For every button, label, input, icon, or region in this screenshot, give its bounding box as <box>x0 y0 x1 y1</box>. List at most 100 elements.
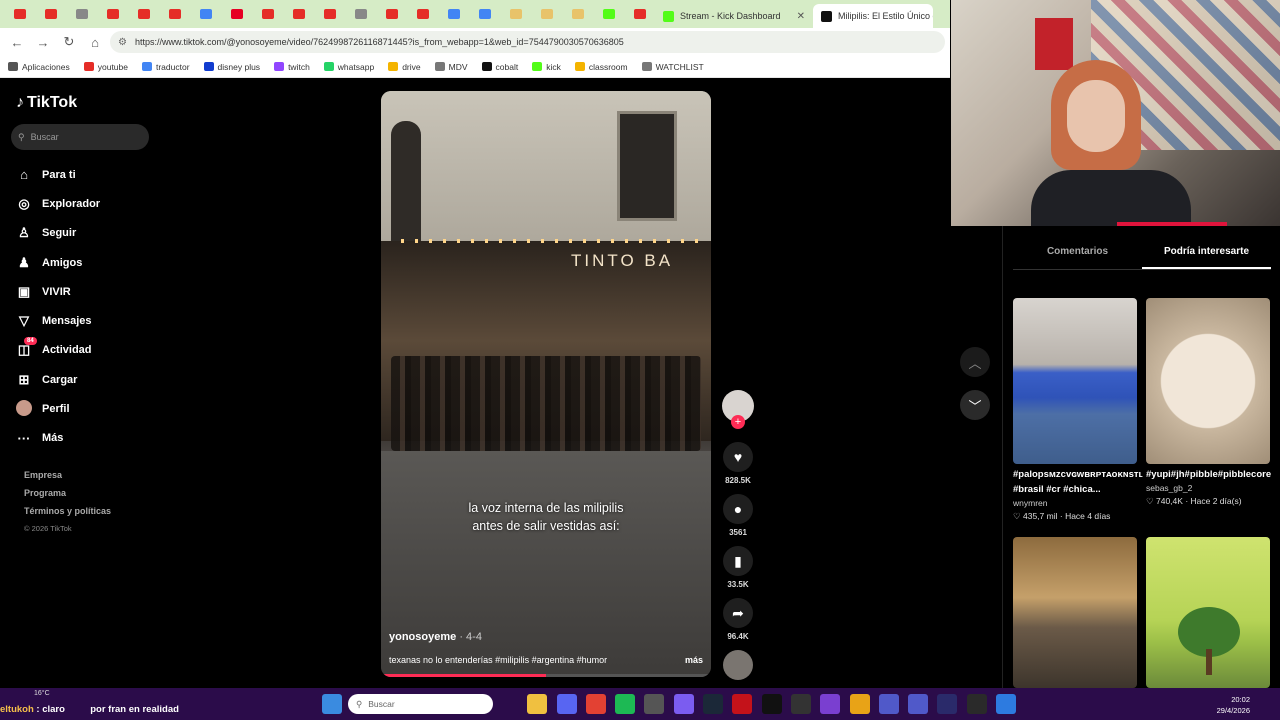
pinned-tab[interactable] <box>190 0 221 28</box>
tab-kick-dashboard[interactable]: Stream - Kick Dashboard ✕ <box>655 4 813 28</box>
pinned-tab[interactable] <box>97 0 128 28</box>
taskbar-search[interactable]: ⚲ Buscar <box>348 694 493 714</box>
forward-icon[interactable]: → <box>32 31 54 53</box>
pinned-tab[interactable] <box>593 0 624 28</box>
recommended-video-card[interactable]: #yupi#jh#pibble#pibblecore sebas_gb_2 ♡ … <box>1146 298 1271 507</box>
weather-widget[interactable]: 16°C <box>34 690 50 697</box>
pinned-tab[interactable] <box>376 0 407 28</box>
sidebar-item-cargar[interactable]: ⊞ Cargar <box>16 365 100 394</box>
taskbar-app-icon[interactable] <box>322 694 342 714</box>
bookmark-aplicaciones[interactable]: Aplicaciones <box>8 62 70 72</box>
bookmark-twitch[interactable]: twitch <box>274 62 310 72</box>
pinned-tab[interactable] <box>4 0 35 28</box>
video-player[interactable]: TINTO BA la voz interna de las milipilis… <box>381 91 711 677</box>
sidebar-item-mensajes[interactable]: ▽ Mensajes <box>16 306 100 335</box>
pinned-tab[interactable] <box>283 0 314 28</box>
sidebar-item-actividad[interactable]: ◫ 84 Actividad <box>16 336 100 365</box>
taskbar-app-icon[interactable] <box>996 694 1017 714</box>
taskbar-app-icon[interactable] <box>673 694 694 714</box>
pinned-tab[interactable] <box>531 0 562 28</box>
video-thumbnail[interactable] <box>1013 537 1137 688</box>
like-icon[interactable]: ♥ <box>723 442 753 472</box>
taskbar-app-icon[interactable] <box>878 694 899 714</box>
pinned-tab[interactable] <box>314 0 345 28</box>
comment-icon[interactable]: ● <box>723 494 753 524</box>
taskbar-app-icon[interactable] <box>732 694 753 714</box>
sidebar-item-vivir[interactable]: ▣ VIVIR <box>16 277 100 306</box>
sidebar-item-más[interactable]: ··· Más <box>16 424 100 453</box>
taskbar-app-icon[interactable] <box>585 694 606 714</box>
taskbar-app-icon[interactable] <box>937 694 958 714</box>
footer-link-programa[interactable]: Programa <box>24 488 111 506</box>
home-icon[interactable]: ⌂ <box>84 31 106 53</box>
bookmark-kick[interactable]: kick <box>532 62 561 72</box>
card-user[interactable]: sebas_gb_2 <box>1146 483 1270 493</box>
taskbar-app-icon[interactable] <box>908 694 929 714</box>
recommended-video-card[interactable]: #palopsᴍᴢᴄᴠɢᴡʙʀᴘᴛᴀᴏᴋɴsᴛʟ #brasil #cr #ch… <box>1013 298 1143 522</box>
pinned-tab[interactable] <box>128 0 159 28</box>
chevron-down-icon[interactable]: ﹀ <box>960 390 990 420</box>
sidebar-item-explorador[interactable]: ◎ Explorador <box>16 189 100 218</box>
more-button[interactable]: más <box>685 655 703 665</box>
pinned-tab[interactable] <box>66 0 97 28</box>
taskbar-app-icon[interactable] <box>615 694 636 714</box>
bookmark-youtube[interactable]: youtube <box>83 62 128 72</box>
tab-comentarios[interactable]: Comentarios <box>1013 246 1142 269</box>
follow-plus-icon[interactable]: + <box>731 415 745 429</box>
taskbar-app-icon[interactable] <box>644 694 665 714</box>
recommended-video-card[interactable] <box>1146 537 1270 688</box>
bookmark-mdv[interactable]: MDV <box>434 62 468 72</box>
pinned-tab[interactable] <box>252 0 283 28</box>
tiktok-logo[interactable]: ♪ TikTok <box>16 94 77 112</box>
taskbar-app-icon[interactable] <box>761 694 782 714</box>
taskbar-app-icon[interactable] <box>790 694 811 714</box>
taskbar-app-icon[interactable] <box>527 694 548 714</box>
pinned-tab[interactable] <box>562 0 593 28</box>
video-progress-bar[interactable] <box>381 674 711 677</box>
close-tab-icon[interactable]: ✕ <box>797 11 805 22</box>
pinned-tab[interactable] <box>221 0 252 28</box>
bookmark-disney-plus[interactable]: disney plus <box>203 62 260 72</box>
bookmark-drive[interactable]: drive <box>388 62 421 72</box>
back-icon[interactable]: ← <box>6 31 28 53</box>
recommended-video-card[interactable] <box>1013 537 1137 688</box>
creator-avatar[interactable]: + <box>722 390 754 429</box>
sidebar-item-perfil[interactable]: Perfil <box>16 394 100 423</box>
taskbar-app-icon[interactable] <box>966 694 987 714</box>
video-thumbnail[interactable] <box>1146 537 1270 688</box>
share-icon[interactable]: ➦ <box>723 598 753 628</box>
bookmark-watchlist[interactable]: WATCHLIST <box>641 62 704 72</box>
taskbar-app-icon[interactable] <box>703 694 724 714</box>
system-clock[interactable]: 20:02 29/4/2026 <box>1192 694 1250 716</box>
bookmark-icon[interactable]: ▮ <box>723 546 753 576</box>
music-disc-icon[interactable] <box>723 650 753 680</box>
pinned-tab[interactable] <box>345 0 376 28</box>
video-username[interactable]: yonosoyeme <box>389 631 456 643</box>
pinned-tab[interactable] <box>159 0 190 28</box>
bookmark-classroom[interactable]: classroom <box>574 62 628 72</box>
pinned-tab[interactable] <box>438 0 469 28</box>
video-thumbnail[interactable] <box>1146 298 1270 464</box>
search-input[interactable]: ⚲ Buscar <box>11 124 149 150</box>
bookmark-cobalt[interactable]: cobalt <box>481 62 518 72</box>
bookmark-whatsapp[interactable]: whatsapp <box>323 62 374 72</box>
video-thumbnail[interactable] <box>1013 298 1137 464</box>
chevron-up-icon[interactable]: ︿ <box>960 347 990 377</box>
site-info-icon[interactable]: ⚙ <box>118 37 127 48</box>
tab-tiktok-video[interactable]: Milipilis: El Estilo Único que <box>813 4 933 28</box>
card-user[interactable]: wnymren <box>1013 498 1137 508</box>
taskbar-app-icon[interactable] <box>820 694 841 714</box>
footer-link-terminos[interactable]: Términos y políticas <box>24 506 111 524</box>
taskbar-app-icon[interactable] <box>849 694 870 714</box>
sidebar-item-para-ti[interactable]: ⌂ Para ti <box>16 160 100 189</box>
pinned-tab[interactable] <box>407 0 438 28</box>
pinned-tab[interactable] <box>469 0 500 28</box>
sidebar-item-seguir[interactable]: ♙ Seguir <box>16 219 100 248</box>
bookmark-traductor[interactable]: traductor <box>141 62 190 72</box>
footer-link-empresa[interactable]: Empresa <box>24 470 111 488</box>
pinned-tab[interactable] <box>35 0 66 28</box>
taskbar-app-icon[interactable] <box>556 694 577 714</box>
pinned-tab[interactable] <box>500 0 531 28</box>
tab-podria-interesarte[interactable]: Podría interesarte <box>1142 246 1271 269</box>
sidebar-item-amigos[interactable]: ♟ Amigos <box>16 248 100 277</box>
